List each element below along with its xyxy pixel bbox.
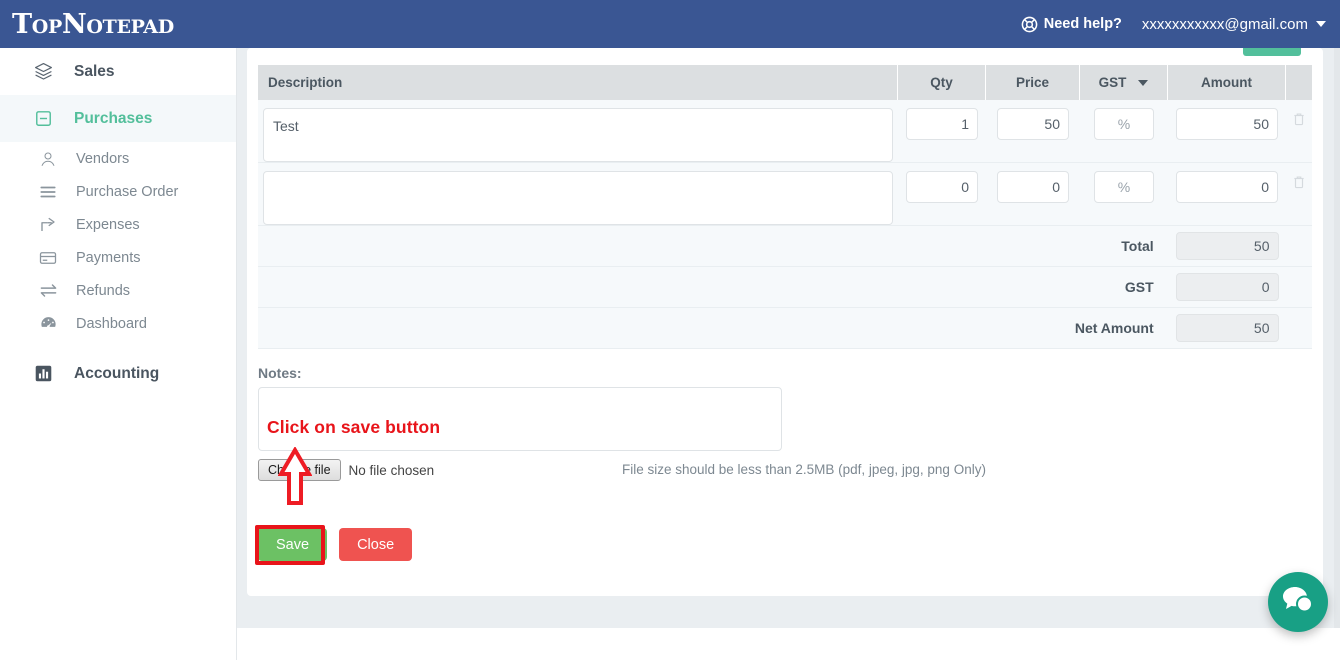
table-header-row: Description Qty Price GST Amount [258, 65, 1312, 100]
layers-icon [32, 62, 54, 81]
sidebar-item-label-payments: Payments [76, 249, 141, 266]
cell-description [258, 100, 898, 162]
column-header-delete [1286, 65, 1312, 100]
cell-qty [898, 163, 986, 225]
app-logo[interactable]: TopNotepad [0, 11, 174, 38]
total-row: Total [258, 226, 1312, 267]
total-label: Total [1121, 238, 1154, 254]
cell-delete [1286, 163, 1312, 225]
gst-total-value-box [1170, 273, 1287, 301]
total-value [1176, 232, 1280, 260]
chat-widget-button[interactable] [1268, 572, 1328, 632]
price-input[interactable] [997, 108, 1069, 140]
qty-input[interactable] [906, 171, 978, 203]
sidebar-item-purchase-order[interactable]: Purchase Order [0, 175, 236, 208]
sidebar-item-label-dashboard: Dashboard [76, 315, 147, 332]
gst-input[interactable] [1094, 108, 1154, 140]
list-icon [38, 183, 58, 201]
cell-gst [1080, 100, 1168, 162]
notes-textarea[interactable] [258, 387, 782, 451]
sidebar-item-label-vendors: Vendors [76, 150, 130, 167]
column-header-gst-label: GST [1098, 75, 1127, 90]
credit-card-icon [38, 249, 58, 267]
sidebar-item-payments[interactable]: Payments [0, 241, 236, 274]
cell-price [986, 163, 1080, 225]
sidebar-item-expenses[interactable]: Expenses [0, 208, 236, 241]
header-right-group: Need help? xxxxxxxxxxx@gmail.com [1021, 16, 1340, 33]
total-value-box [1170, 232, 1287, 260]
choose-file-button[interactable]: Choose file [258, 459, 341, 481]
sidebar-item-vendors[interactable]: Vendors [0, 142, 236, 175]
sidebar-item-dashboard[interactable]: Dashboard [0, 307, 236, 340]
gst-total-row: GST [258, 267, 1312, 308]
sidebar-item-sales[interactable]: Sales [0, 48, 236, 95]
life-ring-icon [1021, 16, 1038, 33]
sidebar-item-refunds[interactable]: Refunds [0, 274, 236, 307]
gst-total-label: GST [1124, 279, 1154, 295]
form-top-accent-tab[interactable] [1243, 48, 1301, 56]
chat-bubbles-icon [1282, 585, 1314, 620]
column-header-qty: Qty [898, 65, 986, 100]
sidebar-item-label-accounting: Accounting [74, 364, 160, 382]
file-status-text: No file chosen [348, 462, 435, 478]
sidebar-item-purchases[interactable]: Purchases [0, 95, 236, 142]
bar-chart-icon [32, 365, 54, 382]
form-actions: Save Close [258, 528, 413, 561]
sidebar-item-label-expenses: Expenses [76, 216, 140, 233]
account-email: xxxxxxxxxxx@gmail.com [1141, 15, 1308, 33]
cell-amount [1168, 100, 1286, 162]
dashboard-icon [38, 314, 58, 333]
net-amount-value [1176, 314, 1280, 342]
top-header: TopNotepad Need help? xxxxxxxxxxx@gmail. [0, 0, 1340, 48]
user-icon [38, 150, 58, 168]
file-size-hint: File size should be less than 2.5MB (pdf… [622, 462, 986, 477]
table-row [258, 163, 1312, 226]
sidebar-item-accounting[interactable]: Accounting [0, 350, 236, 397]
gst-input[interactable] [1094, 171, 1154, 203]
close-button[interactable]: Close [339, 528, 413, 561]
column-header-gst[interactable]: GST [1080, 65, 1168, 100]
amount-input[interactable] [1176, 171, 1278, 203]
price-input[interactable] [997, 171, 1069, 203]
page-scrollbar[interactable] [1334, 48, 1340, 628]
cell-price [986, 100, 1080, 162]
column-header-description: Description [258, 65, 898, 100]
caret-down-icon [1316, 21, 1326, 27]
column-header-amount: Amount [1168, 65, 1286, 100]
trash-icon[interactable] [1292, 174, 1306, 195]
net-amount-row: Net Amount [258, 308, 1312, 349]
column-header-price: Price [986, 65, 1080, 100]
minus-square-icon [32, 110, 54, 127]
cell-amount [1168, 163, 1286, 225]
notes-label: Notes: [258, 365, 302, 381]
need-help-link[interactable]: Need help? [1021, 16, 1122, 33]
save-button[interactable]: Save [258, 528, 328, 561]
chevron-down-icon[interactable] [1138, 79, 1149, 86]
line-items-table: Description Qty Price GST Amount Test 1 … [258, 65, 1312, 349]
exchange-icon [38, 281, 58, 300]
gst-total-value [1176, 273, 1280, 301]
cell-delete [1286, 100, 1312, 162]
qty-input[interactable] [906, 108, 978, 140]
description-input[interactable] [263, 171, 893, 225]
trash-icon[interactable] [1292, 111, 1306, 132]
cell-qty [898, 100, 986, 162]
sidebar-item-label-sales: Sales [74, 62, 115, 80]
amount-input[interactable] [1176, 108, 1278, 140]
need-help-label: Need help? [1043, 16, 1122, 32]
sidebar-item-label-purchases: Purchases [74, 109, 153, 127]
net-amount-label: Net Amount [1074, 320, 1154, 336]
sidebar-item-label-refunds: Refunds [76, 282, 131, 299]
table-row [258, 100, 1312, 163]
description-input[interactable] [263, 108, 893, 162]
net-amount-value-box [1170, 314, 1287, 342]
share-icon [38, 216, 58, 234]
app-root: TopNotepad Need help? xxxxxxxxxxx@gmail. [0, 0, 1340, 660]
file-upload-row: Choose file No file chosen [258, 459, 434, 481]
cell-gst [1080, 163, 1168, 225]
sidebar-item-label-purchase-order: Purchase Order [76, 183, 179, 200]
sidebar: Sales Purchases Vendors Purchase Order E… [0, 48, 237, 660]
cell-description [258, 163, 898, 225]
account-menu[interactable]: xxxxxxxxxxx@gmail.com [1142, 16, 1326, 33]
